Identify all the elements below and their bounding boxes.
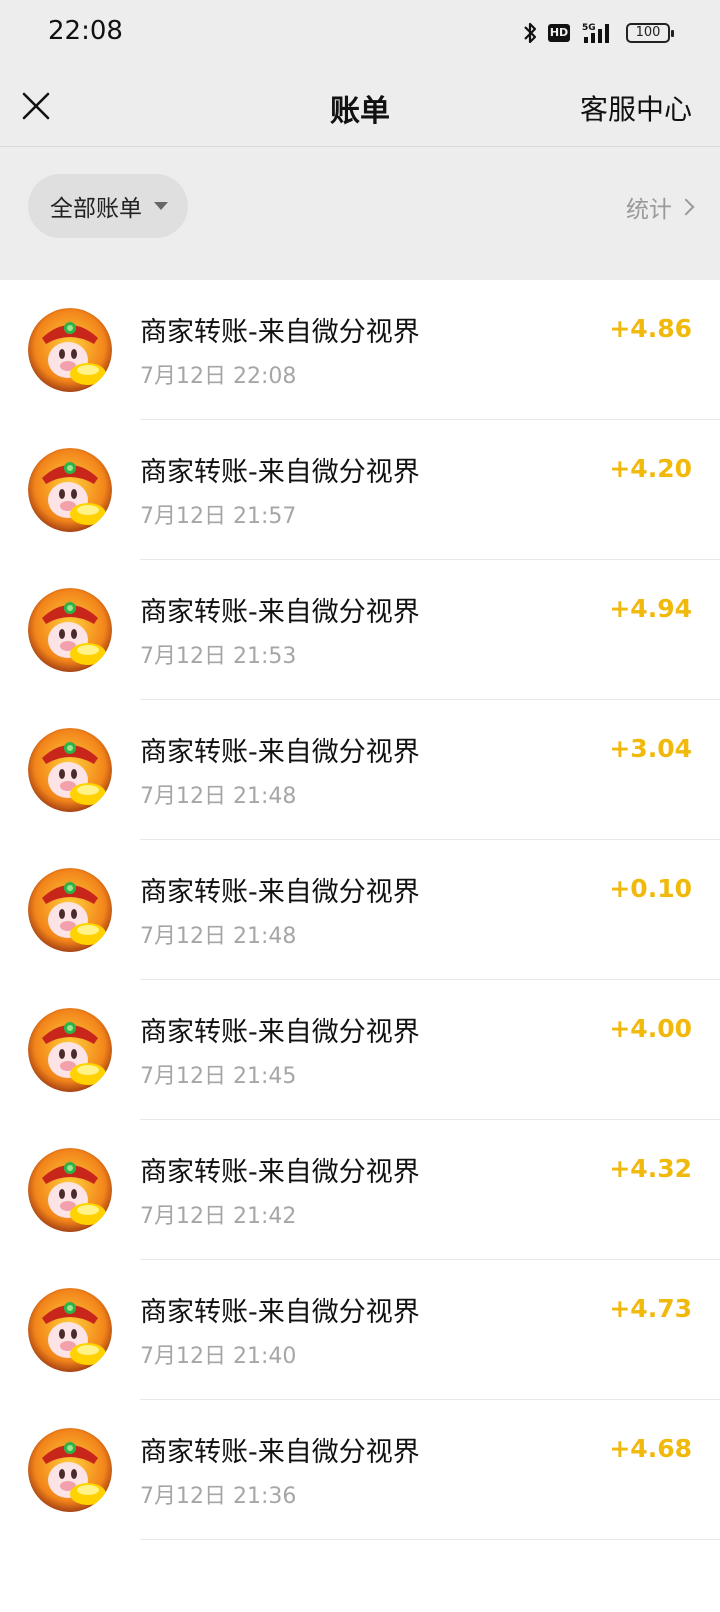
transaction-row[interactable]: 商家转账-来自微分视界 7月12日 21:42 +4.32 [0, 1120, 720, 1260]
transaction-row[interactable]: 商家转账-来自微分视界 7月12日 21:45 +4.00 [0, 980, 720, 1120]
stats-link[interactable]: 统计 [626, 190, 695, 224]
transaction-row[interactable]: 商家转账-来自微分视界 7月12日 21:36 +4.68 [0, 1400, 720, 1540]
transaction-time: 7月12日 21:48 [140, 924, 297, 949]
merchant-avatar [28, 1008, 112, 1092]
merchant-avatar [28, 1288, 112, 1372]
transaction-amount: +4.73 [609, 1294, 692, 1323]
bill-page: 22:08 HD 5G 100 账单 客服中心 全部账单 统计 商家转账-来自微… [0, 0, 720, 1612]
transaction-time: 7月12日 21:40 [140, 1344, 297, 1369]
merchant-avatar [28, 588, 112, 672]
transaction-time: 7月12日 21:36 [140, 1484, 297, 1509]
transaction-title: 商家转账-来自微分视界 [140, 457, 420, 488]
transaction-title: 商家转账-来自微分视界 [140, 1157, 420, 1188]
transaction-row[interactable]: 商家转账-来自微分视界 7月12日 21:48 +0.10 [0, 840, 720, 980]
transaction-time: 7月12日 21:57 [140, 504, 297, 529]
transaction-row[interactable]: 商家转账-来自微分视界 7月12日 21:40 +4.73 [0, 1260, 720, 1400]
merchant-avatar [28, 868, 112, 952]
transaction-row[interactable]: 商家转账-来自微分视界 7月12日 21:48 +3.04 [0, 700, 720, 840]
svg-text:5G: 5G [582, 23, 596, 33]
transaction-amount: +4.68 [609, 1434, 692, 1463]
transaction-time: 7月12日 21:53 [140, 644, 297, 669]
stats-label: 统计 [626, 197, 672, 223]
status-icons: HD 5G 100 [522, 18, 674, 48]
chevron-right-icon [677, 198, 695, 216]
transaction-time: 7月12日 22:08 [140, 364, 297, 389]
transaction-amount: +4.00 [609, 1014, 692, 1043]
bluetooth-icon [522, 21, 538, 45]
merchant-avatar [28, 308, 112, 392]
transaction-title: 商家转账-来自微分视界 [140, 597, 420, 628]
transaction-row[interactable]: 商家转账-来自微分视界 7月12日 21:57 +4.20 [0, 420, 720, 560]
battery-icon: 100 [626, 23, 674, 43]
transaction-title: 商家转账-来自微分视界 [140, 1437, 420, 1468]
all-bills-filter[interactable]: 全部账单 [28, 174, 188, 238]
transaction-amount: +0.10 [609, 874, 692, 903]
transaction-amount: +4.94 [609, 594, 692, 623]
merchant-avatar [28, 1428, 112, 1512]
transaction-amount: +4.86 [609, 314, 692, 343]
transaction-amount: +4.32 [609, 1154, 692, 1183]
signal-5g-icon: 5G [580, 21, 616, 45]
hd-badge: HD [548, 24, 570, 42]
transaction-time: 7月12日 21:42 [140, 1204, 297, 1229]
status-time: 22:08 [48, 16, 123, 46]
transaction-title: 商家转账-来自微分视界 [140, 737, 420, 768]
transaction-time: 7月12日 21:45 [140, 1064, 297, 1089]
status-bar: 22:08 HD 5G 100 [0, 0, 720, 66]
filter-bar: 全部账单 统计 [0, 147, 720, 280]
transaction-time: 7月12日 21:48 [140, 784, 297, 809]
transaction-amount: +4.20 [609, 454, 692, 483]
merchant-avatar [28, 448, 112, 532]
transaction-list: 商家转账-来自微分视界 7月12日 22:08 +4.86 商家转账-来自微分视… [0, 280, 720, 1612]
transaction-title: 商家转账-来自微分视界 [140, 317, 420, 348]
merchant-avatar [28, 728, 112, 812]
transaction-amount: +3.04 [609, 734, 692, 763]
all-bills-label: 全部账单 [50, 196, 142, 222]
customer-service-link[interactable]: 客服中心 [580, 88, 692, 128]
transaction-row[interactable]: 商家转账-来自微分视界 7月12日 21:53 +4.94 [0, 560, 720, 700]
transaction-title: 商家转账-来自微分视界 [140, 1297, 420, 1328]
merchant-avatar [28, 1148, 112, 1232]
nav-bar: 账单 客服中心 [0, 66, 720, 146]
caret-down-icon [154, 202, 168, 210]
transaction-title: 商家转账-来自微分视界 [140, 877, 420, 908]
transaction-title: 商家转账-来自微分视界 [140, 1017, 420, 1048]
transaction-row[interactable]: 商家转账-来自微分视界 7月12日 22:08 +4.86 [0, 280, 720, 420]
row-divider [140, 1539, 720, 1540]
